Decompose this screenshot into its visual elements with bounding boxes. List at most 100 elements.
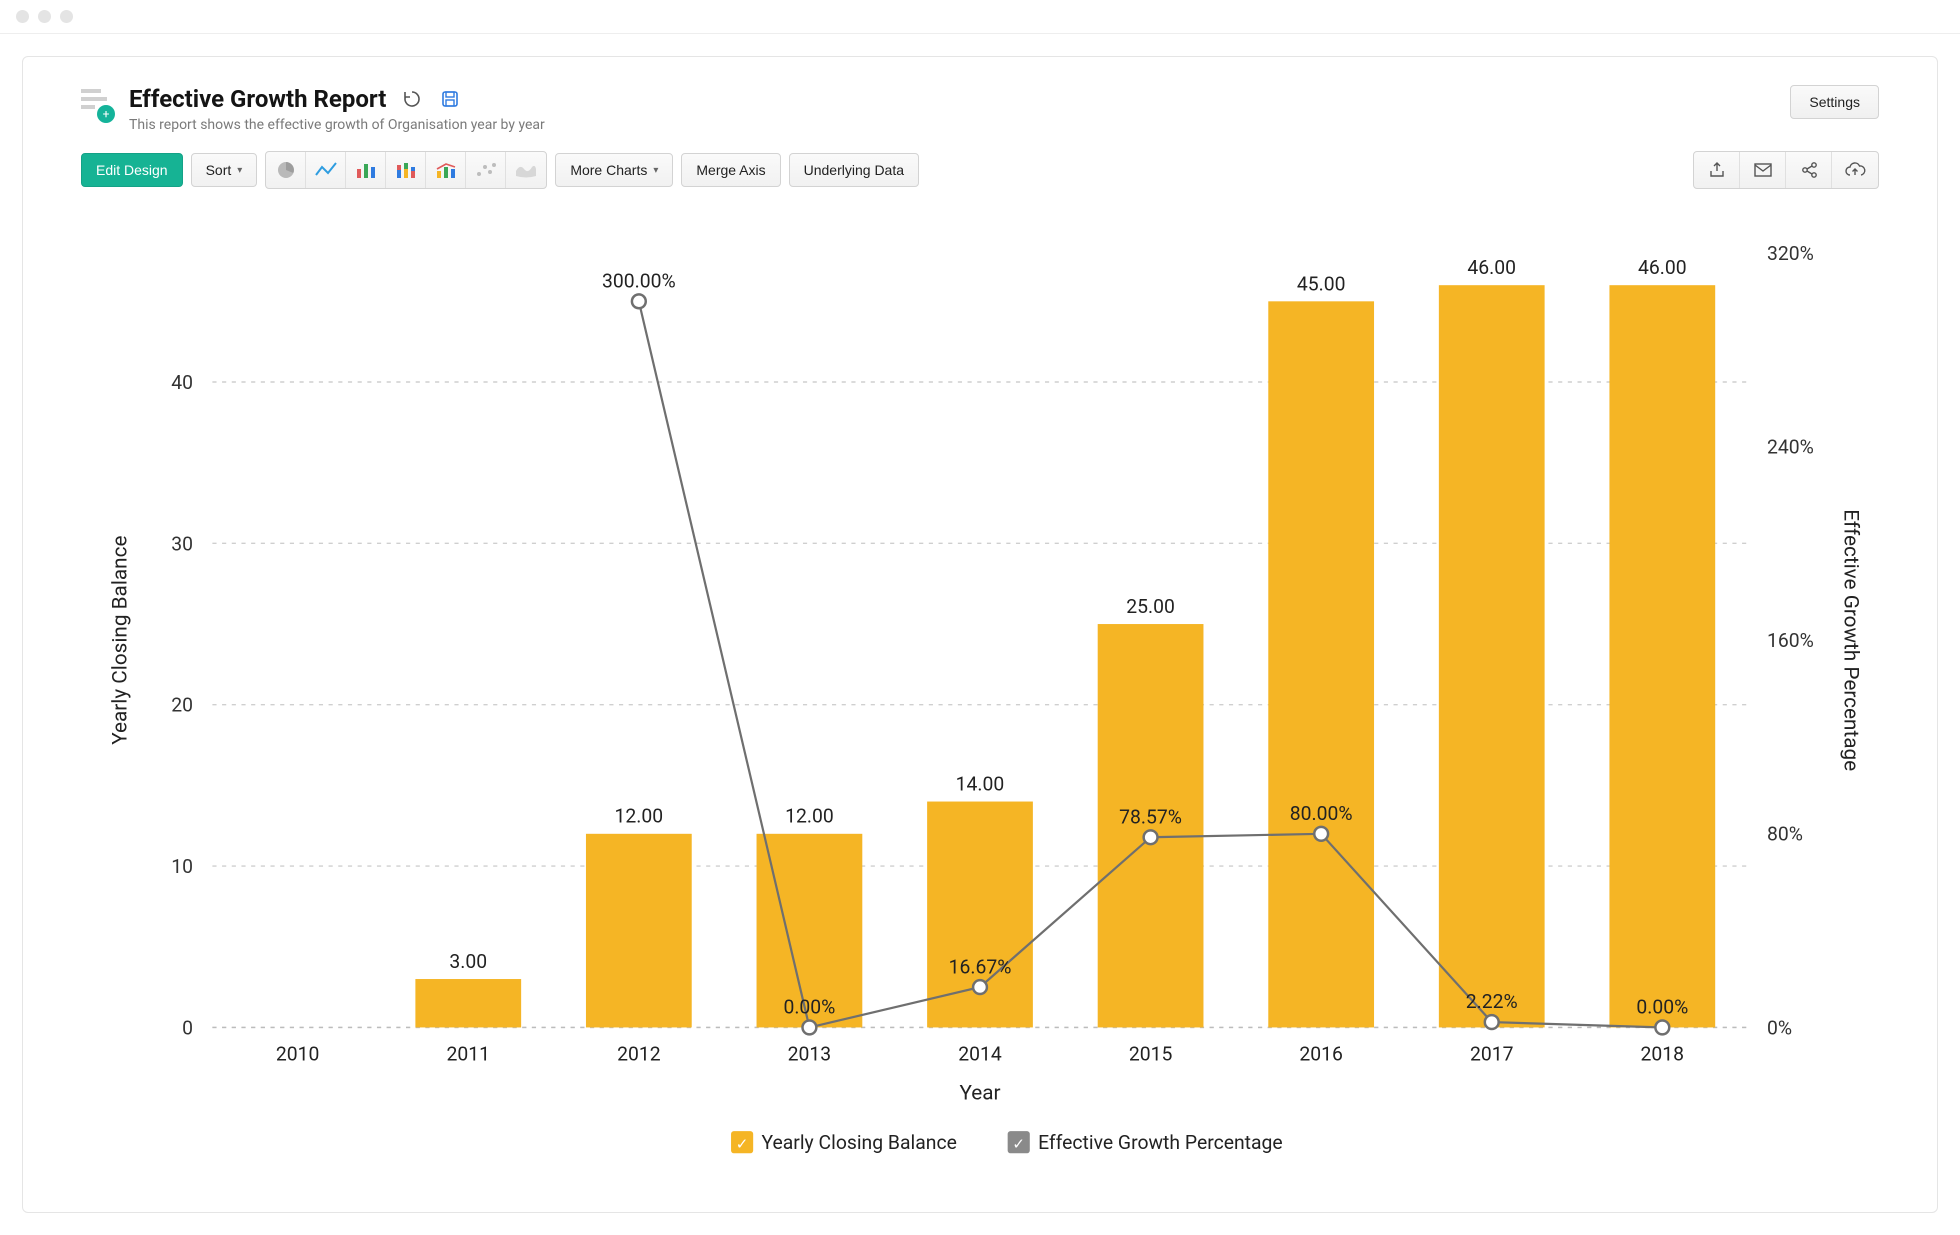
chart-svg: 0 10 20 30 40 0% 80% 160% 240% 320% 3.00 12.00 12.00… — [81, 207, 1879, 1184]
svg-text:2017: 2017 — [1470, 1043, 1514, 1066]
more-charts-button[interactable]: More Charts ▾ — [555, 153, 673, 187]
svg-text:✓: ✓ — [1012, 1135, 1025, 1153]
line-chart-icon — [314, 161, 338, 179]
svg-text:46.00: 46.00 — [1638, 256, 1687, 279]
svg-text:2013: 2013 — [788, 1043, 832, 1066]
mail-icon — [1753, 162, 1773, 178]
sort-label: Sort — [206, 162, 232, 178]
svg-text:2.22%: 2.22% — [1466, 990, 1518, 1013]
svg-text:45.00: 45.00 — [1297, 272, 1346, 295]
svg-text:25.00: 25.00 — [1126, 595, 1175, 618]
underlying-data-button[interactable]: Underlying Data — [789, 153, 919, 187]
chart-type-bar[interactable] — [346, 152, 386, 188]
chart-type-map[interactable] — [506, 152, 546, 188]
toolbar: Edit Design Sort ▾ — [71, 151, 1889, 197]
map-chart-icon — [514, 161, 538, 179]
bar-chart-icon — [355, 161, 377, 179]
chart-type-line[interactable] — [306, 152, 346, 188]
chart-area: 0 10 20 30 40 0% 80% 160% 240% 320% 3.00 12.00 12.00… — [71, 197, 1889, 1184]
refresh-icon — [402, 89, 422, 109]
svg-text:12.00: 12.00 — [615, 805, 664, 828]
window-titlebar — [0, 0, 1960, 34]
action-icon-group — [1693, 151, 1879, 189]
canvas-wrap: + Effective Growth Report — [0, 34, 1960, 1235]
svg-text:160%: 160% — [1767, 629, 1814, 652]
svg-text:240%: 240% — [1767, 435, 1814, 458]
mail-button[interactable] — [1740, 152, 1786, 188]
combo-chart-icon — [434, 161, 458, 179]
chart-type-stacked[interactable] — [386, 152, 426, 188]
chevron-down-icon: ▾ — [653, 165, 658, 176]
svg-text:2018: 2018 — [1641, 1043, 1685, 1066]
save-icon — [440, 89, 460, 109]
chart-type-scatter[interactable] — [466, 152, 506, 188]
svg-text:20: 20 — [171, 694, 193, 717]
svg-text:80%: 80% — [1767, 823, 1803, 846]
page-subtitle: This report shows the effective growth o… — [129, 117, 545, 133]
edit-design-button[interactable]: Edit Design — [81, 153, 183, 187]
svg-text:80.00%: 80.00% — [1290, 802, 1353, 825]
pie-chart-icon — [275, 159, 297, 181]
export-button[interactable] — [1694, 152, 1740, 188]
app-window: + Effective Growth Report — [0, 0, 1960, 1235]
svg-text:Effective Growth Percentage: Effective Growth Percentage — [1838, 509, 1862, 771]
svg-text:Yearly Closing Balance: Yearly Closing Balance — [109, 536, 133, 745]
bar — [1439, 285, 1545, 1027]
svg-text:40: 40 — [171, 371, 193, 394]
share-button[interactable] — [1786, 152, 1832, 188]
cloud-button[interactable] — [1832, 152, 1878, 188]
svg-text:2016: 2016 — [1299, 1043, 1343, 1066]
refresh-button[interactable] — [400, 87, 424, 111]
chart-type-pie[interactable] — [266, 152, 306, 188]
svg-text:10: 10 — [171, 855, 193, 878]
export-icon — [1708, 161, 1726, 179]
title-block: Effective Growth Report — [129, 85, 545, 133]
svg-text:2014: 2014 — [958, 1043, 1002, 1066]
svg-text:✓: ✓ — [736, 1135, 749, 1153]
svg-text:0%: 0% — [1767, 1016, 1792, 1039]
svg-text:0: 0 — [182, 1016, 193, 1039]
svg-text:78.57%: 78.57% — [1119, 805, 1182, 828]
svg-text:2010: 2010 — [276, 1043, 320, 1066]
merge-axis-button[interactable]: Merge Axis — [681, 153, 780, 187]
save-button[interactable] — [438, 87, 462, 111]
more-charts-label: More Charts — [570, 162, 647, 178]
svg-text:14.00: 14.00 — [956, 772, 1005, 795]
bar — [1268, 301, 1374, 1027]
report-canvas: + Effective Growth Report — [22, 56, 1938, 1213]
window-dot-min[interactable] — [38, 10, 51, 23]
chart-type-group — [265, 151, 547, 189]
svg-text:12.00: 12.00 — [785, 805, 834, 828]
svg-text:2012: 2012 — [617, 1043, 661, 1066]
svg-text:3.00: 3.00 — [449, 950, 487, 973]
stacked-bar-icon — [395, 161, 417, 179]
chart-type-combo[interactable] — [426, 152, 466, 188]
svg-text:30: 30 — [171, 532, 193, 555]
plus-icon: + — [97, 105, 115, 123]
settings-button[interactable]: Settings — [1790, 85, 1879, 119]
svg-text:2011: 2011 — [446, 1043, 490, 1066]
svg-text:320%: 320% — [1767, 242, 1814, 265]
bar — [586, 834, 692, 1028]
report-icon: + — [81, 89, 111, 119]
bar — [1609, 285, 1715, 1027]
share-icon — [1800, 161, 1818, 179]
cloud-upload-icon — [1844, 162, 1866, 178]
bar — [415, 979, 521, 1027]
page-title: Effective Growth Report — [129, 85, 386, 113]
svg-text:46.00: 46.00 — [1467, 256, 1516, 279]
report-header: + Effective Growth Report — [71, 85, 1889, 151]
chevron-down-icon: ▾ — [237, 165, 242, 176]
svg-text:0.00%: 0.00% — [783, 996, 835, 1019]
scatter-chart-icon — [475, 161, 497, 179]
svg-text:16.67%: 16.67% — [949, 955, 1012, 978]
svg-text:300.00%: 300.00% — [602, 269, 676, 292]
svg-text:Effective Growth Percentage: Effective Growth Percentage — [1038, 1131, 1283, 1154]
svg-text:Year: Year — [959, 1081, 1000, 1105]
svg-text:0.00%: 0.00% — [1636, 996, 1688, 1019]
window-dot-close[interactable] — [16, 10, 29, 23]
svg-text:2015: 2015 — [1129, 1043, 1173, 1066]
sort-button[interactable]: Sort ▾ — [191, 153, 258, 187]
svg-text:Yearly Closing Balance: Yearly Closing Balance — [761, 1131, 956, 1154]
window-dot-max[interactable] — [60, 10, 73, 23]
